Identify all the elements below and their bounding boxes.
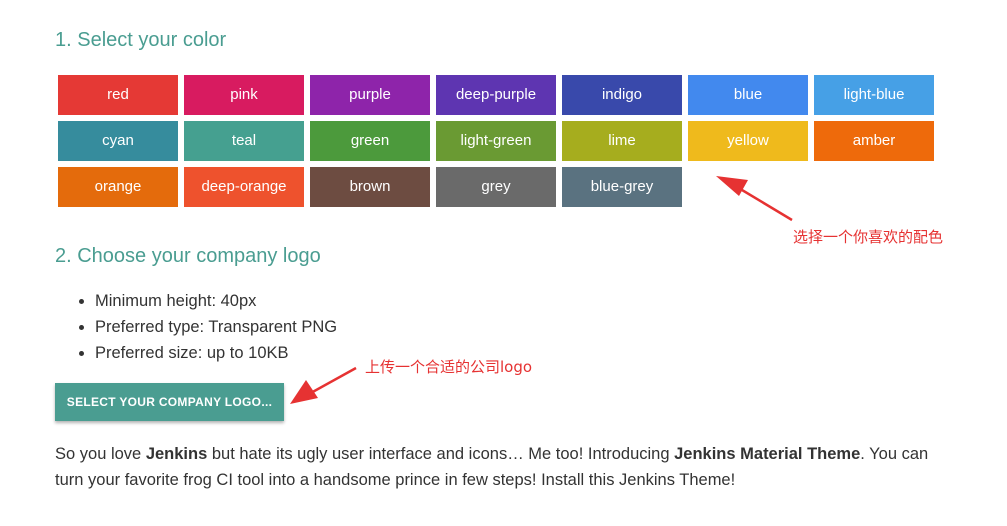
color-swatch-pink[interactable]: pink [184, 75, 304, 115]
color-swatch-blue[interactable]: blue [688, 75, 808, 115]
intro-text-1: So you love [55, 445, 146, 463]
color-swatch-light-blue[interactable]: light-blue [814, 75, 934, 115]
arrow-to-logo-button-icon [290, 366, 357, 404]
theme-config-page: 1. Select your color red pink purple deep-p… [0, 0, 1007, 526]
annotation-color-hint: 选择一个你喜欢的配色 [793, 228, 944, 246]
arrow-to-yellow-icon [716, 176, 793, 222]
intro-text-2: but hate its ugly user interface and ico… [207, 445, 675, 463]
intro-paragraph: So you love Jenkins but hate its ugly us… [55, 441, 955, 493]
logo-requirements-list: Minimum height: 40px Preferred type: Tra… [75, 288, 337, 366]
color-swatch-blue-grey[interactable]: blue-grey [562, 167, 682, 207]
color-swatch-brown[interactable]: brown [310, 167, 430, 207]
color-swatch-grey[interactable]: grey [436, 167, 556, 207]
color-swatch-green[interactable]: green [310, 121, 430, 161]
select-logo-button[interactable]: SELECT YOUR COMPANY LOGO... [55, 383, 284, 421]
intro-jenkins: Jenkins [145, 445, 208, 463]
color-swatch-purple[interactable]: purple [310, 75, 430, 115]
color-swatch-indigo[interactable]: indigo [562, 75, 682, 115]
requirement-min-height: Minimum height: 40px [95, 288, 337, 314]
color-swatch-teal[interactable]: teal [184, 121, 304, 161]
requirement-type: Preferred type: Transparent PNG [95, 314, 337, 340]
color-swatch-deep-orange[interactable]: deep-orange [184, 167, 304, 207]
requirement-size: Preferred size: up to 10KB [95, 340, 337, 366]
color-swatch-amber[interactable]: amber [814, 121, 934, 161]
color-swatch-light-green[interactable]: light-green [436, 121, 556, 161]
color-swatch-cyan[interactable]: cyan [58, 121, 178, 161]
color-swatch-red[interactable]: red [58, 75, 178, 115]
step1-title: 1. Select your color [55, 29, 227, 51]
intro-theme-name: Jenkins Material Theme [674, 445, 861, 463]
color-swatch-orange[interactable]: orange [58, 167, 178, 207]
color-swatch-lime[interactable]: lime [562, 121, 682, 161]
step2-title: 2. Choose your company logo [55, 245, 321, 267]
annotation-logo-hint: 上传一个合适的公司logo [365, 358, 533, 376]
color-swatch-yellow[interactable]: yellow [688, 121, 808, 161]
color-swatch-deep-purple[interactable]: deep-purple [436, 75, 556, 115]
